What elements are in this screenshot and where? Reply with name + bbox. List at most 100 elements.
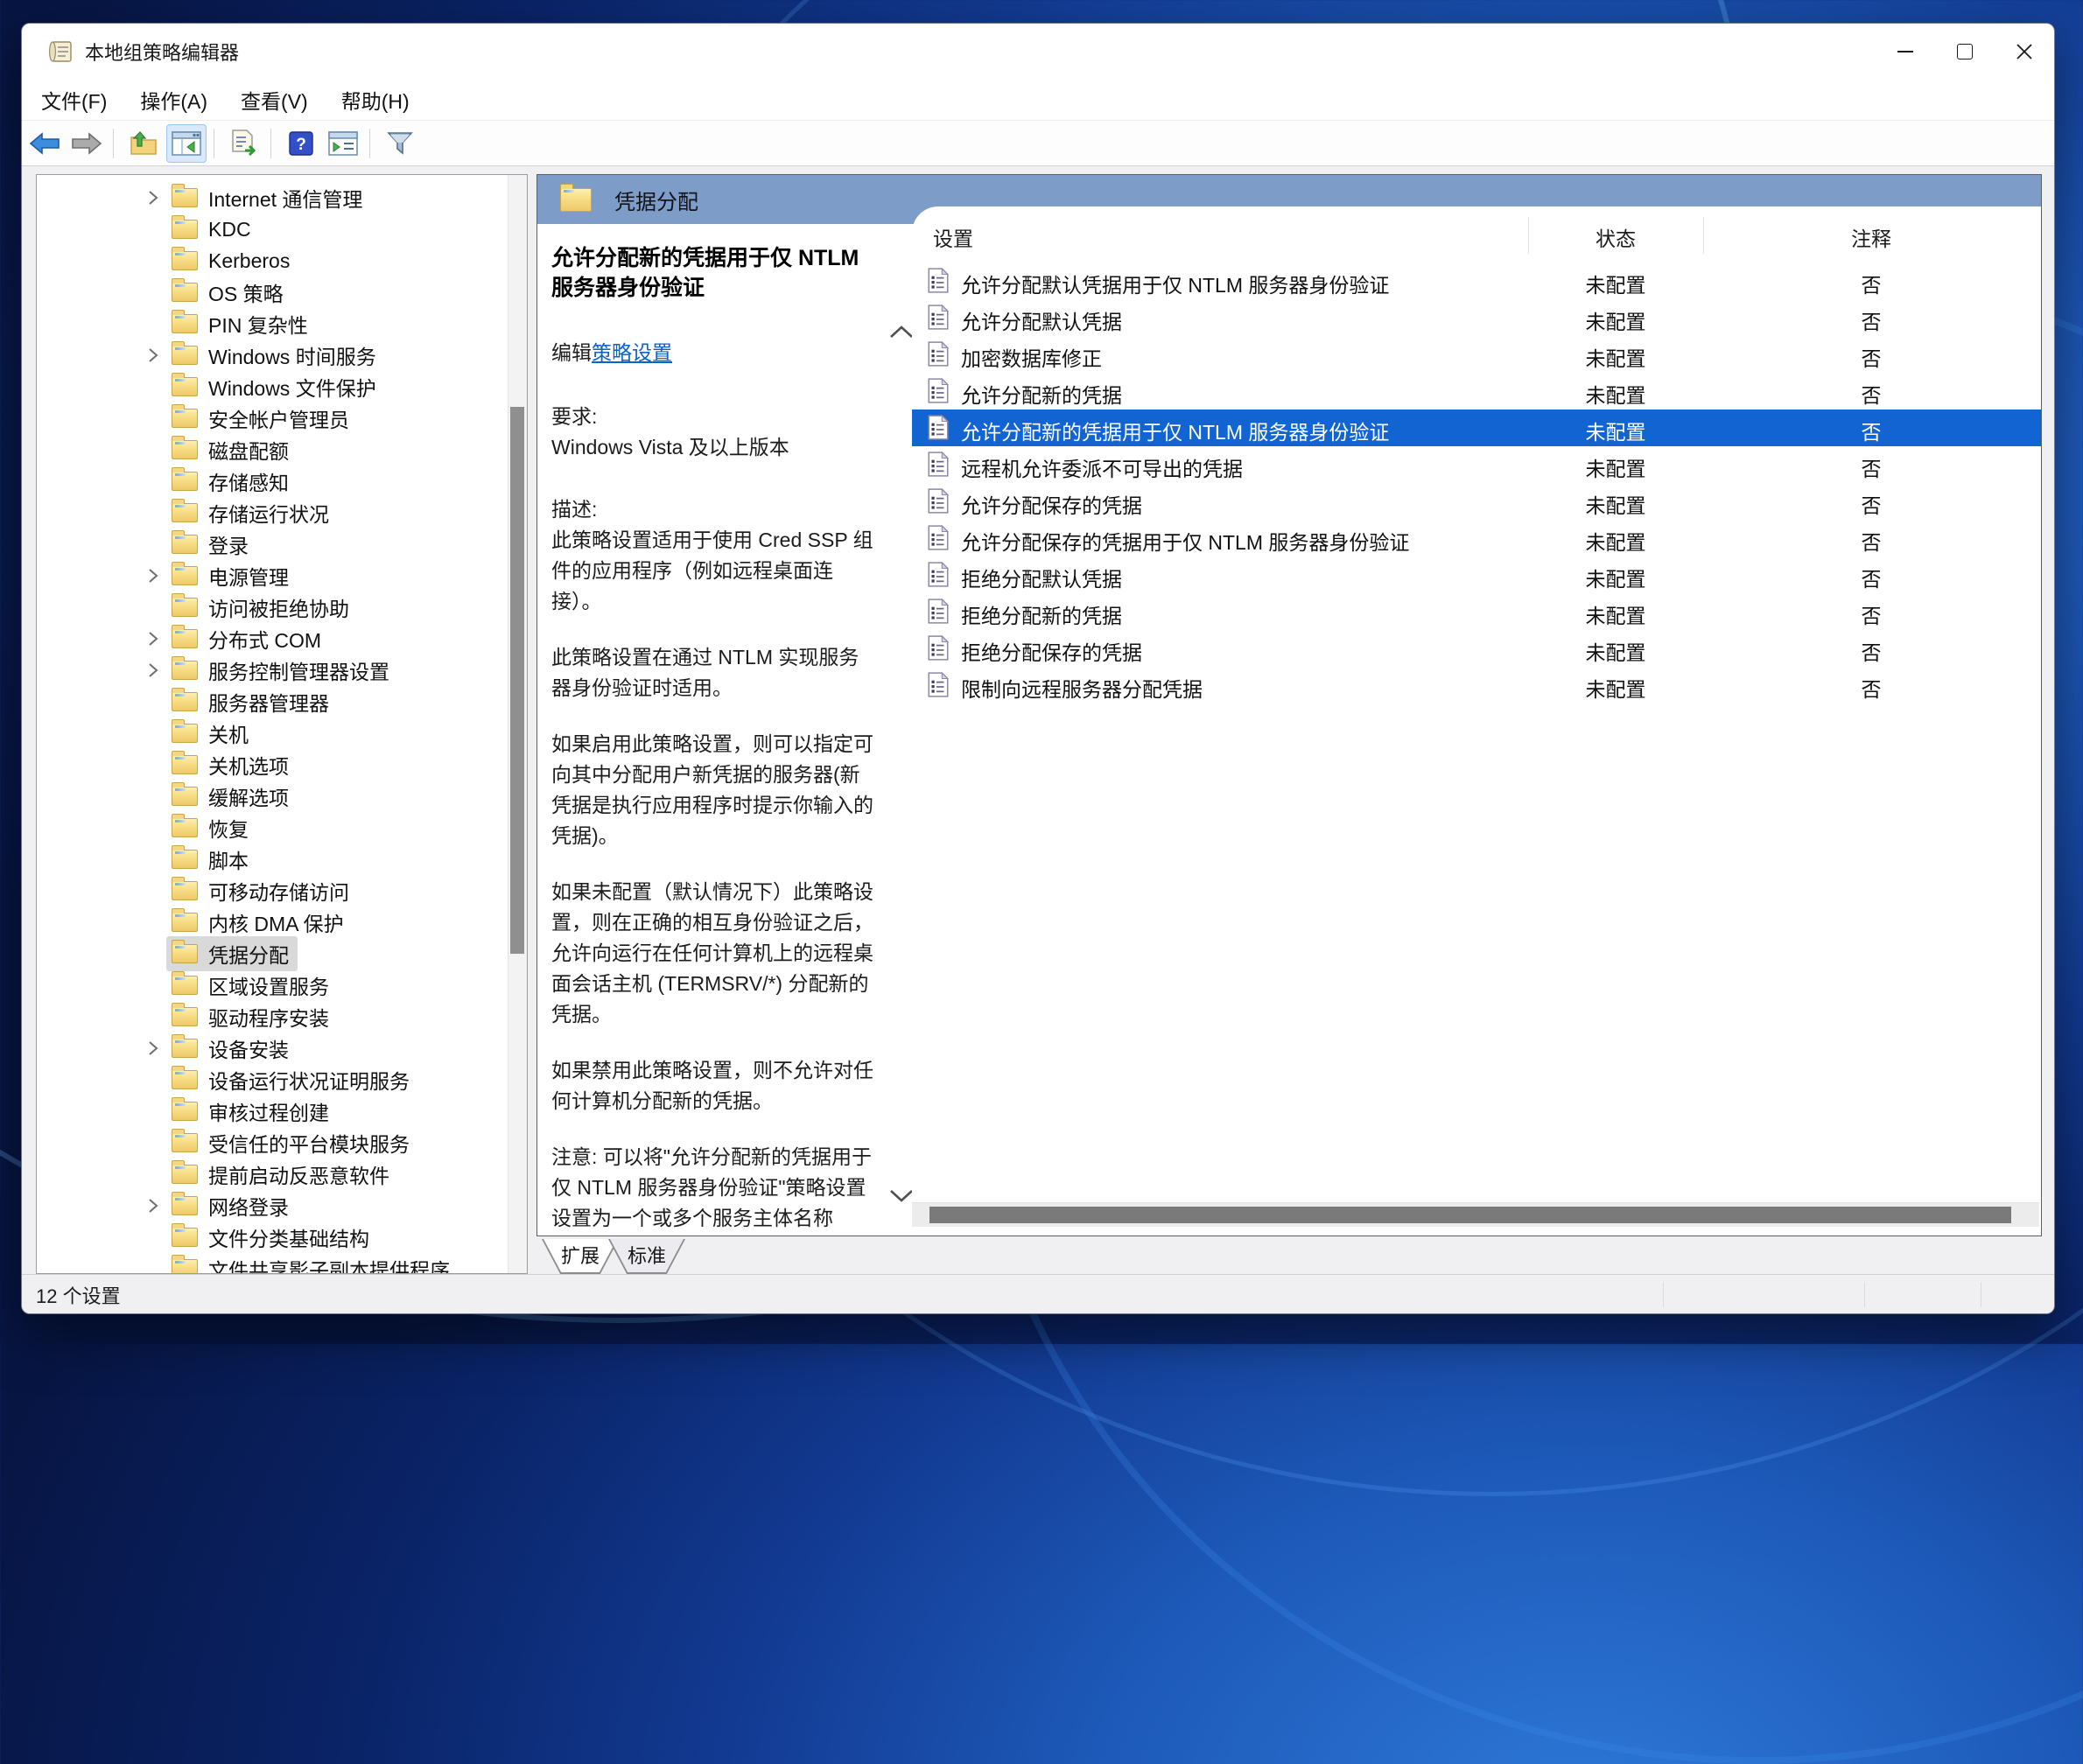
chevron-right-icon[interactable]: [140, 190, 166, 206]
policy-row[interactable]: 限制向远程服务器分配凭据 未配置 否: [912, 667, 2041, 704]
tree-item[interactable]: 磁盘配额: [37, 434, 508, 466]
column-header-setting[interactable]: 设置: [933, 222, 973, 252]
policy-row[interactable]: 拒绝分配保存的凭据 未配置 否: [912, 630, 2041, 667]
tab-extended[interactable]: 扩展: [542, 1239, 619, 1274]
tree-item[interactable]: 服务器管理器: [37, 686, 508, 718]
up-one-level-button[interactable]: [124, 125, 163, 162]
tree-item[interactable]: Internet 通信管理: [37, 182, 508, 214]
tree-scrollbar-thumb[interactable]: [510, 407, 524, 954]
tree-item[interactable]: 区域设置服务: [37, 970, 508, 1001]
policy-row[interactable]: 允许分配保存的凭据用于仅 NTLM 服务器身份验证 未配置 否: [912, 520, 2041, 556]
tree-item[interactable]: 存储感知: [37, 466, 508, 497]
chevron-right-icon[interactable]: [140, 347, 166, 363]
folder-icon: [560, 188, 592, 212]
policy-comment: 否: [1703, 673, 2039, 703]
folder-icon: [172, 440, 198, 459]
chevron-right-icon[interactable]: [140, 662, 166, 678]
policy-row[interactable]: 允许分配默认凭据用于仅 NTLM 服务器身份验证 未配置 否: [912, 262, 2041, 299]
tree-item[interactable]: 电源管理: [37, 560, 508, 592]
policy-row[interactable]: 允许分配默认凭据 未配置 否: [912, 299, 2041, 336]
back-button[interactable]: [25, 125, 64, 162]
tree-item[interactable]: 安全帐户管理员: [37, 402, 508, 434]
policy-name: 拒绝分配新的凭据: [961, 599, 1122, 629]
details-pane: 凭据分配 允许分配新的凭据用于仅 NTLM 服务器身份验证 编辑策略设置 要求:…: [537, 174, 2042, 1236]
edit-prefix: 编辑: [551, 341, 592, 364]
tree-item[interactable]: 访问被拒绝协助: [37, 592, 508, 623]
maximize-button[interactable]: [1935, 24, 1995, 80]
tree-item-label: 服务控制管理器设置: [208, 655, 389, 685]
tree-item[interactable]: 恢复: [37, 812, 508, 844]
tree-item[interactable]: 关机选项: [37, 749, 508, 780]
menu-item[interactable]: 查看(V): [227, 80, 322, 120]
policy-comment: 否: [1703, 269, 2039, 298]
tree-item-label: Windows 时间服务: [208, 340, 376, 370]
tab-standard[interactable]: 标准: [608, 1239, 685, 1274]
tree-item[interactable]: OS 策略: [37, 276, 508, 308]
tree-item[interactable]: 审核过程创建: [37, 1096, 508, 1127]
tree-item[interactable]: 服务控制管理器设置: [37, 654, 508, 686]
title-bar[interactable]: 本地组策略编辑器: [22, 24, 2054, 80]
column-header-state[interactable]: 状态: [1528, 222, 1703, 252]
tree-item[interactable]: 脚本: [37, 844, 508, 875]
tree-scrollbar[interactable]: [508, 175, 527, 1273]
back-icon: [29, 131, 60, 156]
tree-item-label: 电源管理: [208, 561, 289, 591]
menu-item[interactable]: 文件(F): [27, 80, 121, 120]
tree-item[interactable]: KDC: [37, 214, 508, 245]
tree-item[interactable]: 驱动程序安装: [37, 1001, 508, 1032]
filter-button[interactable]: [381, 125, 419, 162]
tree-item[interactable]: PIN 复杂性: [37, 308, 508, 340]
tree-item-label: PIN 复杂性: [208, 309, 308, 339]
export-list-button[interactable]: [225, 125, 263, 162]
tree-item[interactable]: 分布式 COM: [37, 623, 508, 654]
horizontal-scrollbar-thumb[interactable]: [929, 1207, 2011, 1223]
policy-name: 拒绝分配保存的凭据: [961, 636, 1142, 666]
tree-item[interactable]: 可移动存储访问: [37, 875, 508, 906]
policy-row[interactable]: 允许分配保存的凭据 未配置 否: [912, 483, 2041, 520]
policy-row[interactable]: 允许分配新的凭据 未配置 否: [912, 373, 2041, 410]
tree-item[interactable]: 关机: [37, 718, 508, 749]
show-console-tree-button[interactable]: [166, 124, 207, 163]
description-label: 描述:: [551, 494, 873, 525]
tree-item[interactable]: 设备运行状况证明服务: [37, 1064, 508, 1096]
tree-item[interactable]: Kerberos: [37, 245, 508, 276]
policy-row[interactable]: 远程机允许委派不可导出的凭据 未配置 否: [912, 446, 2041, 483]
policy-name: 远程机允许委派不可导出的凭据: [961, 452, 1243, 482]
folder-icon: [172, 251, 198, 270]
policy-row[interactable]: 允许分配新的凭据用于仅 NTLM 服务器身份验证 未配置 否: [912, 410, 2041, 446]
edit-policy-setting-link[interactable]: 策略设置: [592, 341, 672, 364]
tree-item[interactable]: 缓解选项: [37, 780, 508, 812]
tree-item[interactable]: 受信任的平台模块服务: [37, 1127, 508, 1158]
menu-item[interactable]: 帮助(H): [327, 80, 424, 120]
chevron-right-icon[interactable]: [140, 1198, 166, 1214]
tree-item[interactable]: 内核 DMA 保护: [37, 906, 508, 938]
minimize-button[interactable]: [1876, 24, 1935, 80]
tree-item[interactable]: 网络登录: [37, 1190, 508, 1222]
chevron-right-icon[interactable]: [140, 568, 166, 584]
policy-description-panel: 允许分配新的凭据用于仅 NTLM 服务器身份验证 编辑策略设置 要求: Wind…: [551, 224, 873, 1234]
tree-item[interactable]: 登录: [37, 528, 508, 560]
policy-setting-icon: [928, 488, 949, 514]
help-button[interactable]: ?: [282, 125, 320, 162]
tree-item[interactable]: Windows 文件保护: [37, 371, 508, 402]
tree-item[interactable]: 凭据分配: [37, 938, 508, 970]
forward-button[interactable]: [67, 125, 106, 162]
horizontal-scrollbar[interactable]: [912, 1202, 2039, 1227]
policy-row[interactable]: 加密数据库修正 未配置 否: [912, 336, 2041, 373]
tree-item[interactable]: 设备安装: [37, 1032, 508, 1064]
tree-item[interactable]: 文件共享影子副本提供程序: [37, 1253, 508, 1274]
folder-icon: [172, 314, 198, 333]
menu-item[interactable]: 操作(A): [126, 80, 221, 120]
policy-row[interactable]: 拒绝分配默认凭据 未配置 否: [912, 556, 2041, 593]
tree-item[interactable]: 提前启动反恶意软件: [37, 1158, 508, 1190]
chevron-right-icon[interactable]: [140, 631, 166, 647]
chevron-right-icon[interactable]: [140, 1040, 166, 1056]
column-header-comment[interactable]: 注释: [1703, 222, 2039, 252]
show-action-pane-button[interactable]: [324, 125, 362, 162]
close-button[interactable]: [1995, 24, 2054, 80]
tree-item[interactable]: 文件分类基础结构: [37, 1222, 508, 1253]
tree-item[interactable]: Windows 时间服务: [37, 340, 508, 371]
policy-row[interactable]: 拒绝分配新的凭据 未配置 否: [912, 593, 2041, 630]
tree-item-label: 驱动程序安装: [208, 1002, 329, 1032]
tree-item[interactable]: 存储运行状况: [37, 497, 508, 528]
